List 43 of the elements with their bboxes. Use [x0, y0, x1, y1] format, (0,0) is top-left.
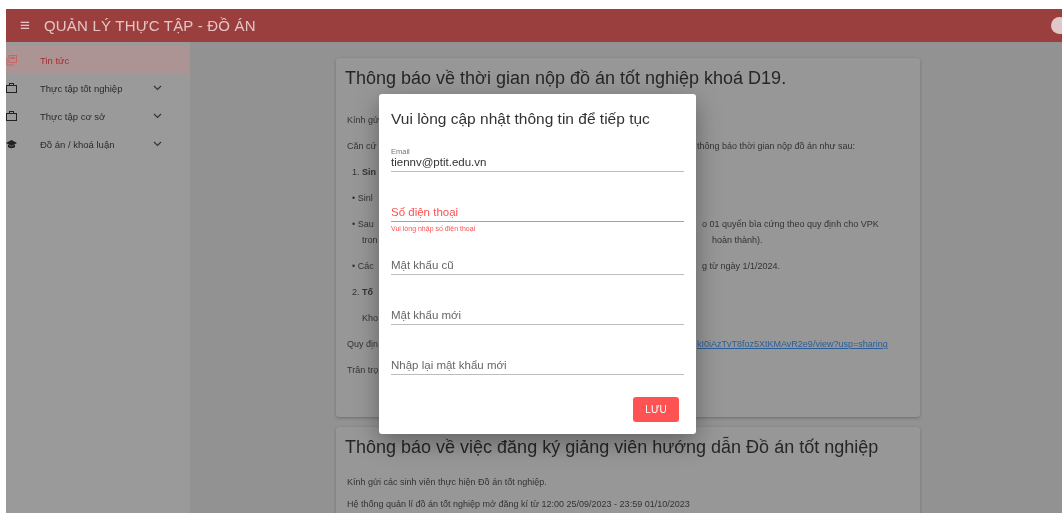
- sidebar-item-label: Đồ án / khoá luận: [40, 138, 116, 150]
- post-text: hoàn thành).: [712, 235, 763, 245]
- field-placeholder: Mật khẩu cũ: [391, 259, 455, 273]
- post-text: Trân trọ: [347, 364, 379, 377]
- menu-icon[interactable]: ≡: [20, 15, 30, 36]
- dialog-title: Vui lòng cập nhật thông tin để tiếp tục: [391, 110, 651, 128]
- input-field[interactable]: Nhập lại mật khẩu mới: [391, 356, 684, 375]
- newspaper-icon: [6, 54, 17, 66]
- post-text: g từ ngày 1/1/2024.: [702, 261, 781, 271]
- save-button[interactable]: LƯU: [633, 397, 679, 422]
- post-text: Căn cứ: [347, 140, 377, 153]
- field-placeholder: Nhập lại mật khẩu mới: [391, 359, 508, 373]
- post-text: o 01 quyển bìa cứng theo quy định cho VPK: [702, 219, 879, 229]
- post-text: 1. Sin: [352, 166, 377, 179]
- briefcase-icon: [6, 83, 17, 93]
- sidebar-item[interactable]: Thực tập tốt nghiệp: [6, 74, 190, 102]
- graduation-cap-icon: [6, 139, 17, 149]
- sidebar-item-label: Thực tập cơ sở: [40, 110, 107, 122]
- post-text: tron: [362, 234, 378, 247]
- post-text: thông báo thời gian nộp đồ án như sau:: [697, 141, 856, 151]
- input-field[interactable]: Mật khẩu cũ: [391, 256, 684, 275]
- post-paragraph: Hệ thống quản lí đồ án tốt nghiệp mở đăng kí từ 12:00 25/09/2023 - 23:59 01/10/2023: [347, 498, 691, 511]
- post-paragraph: Kính gửi các sinh viên thực hiện Đồ án tốt nghiệp.: [347, 476, 548, 489]
- field-value: tiennv@ptit.edu.vn: [391, 156, 488, 170]
- post-text: 2. Tố: [352, 286, 373, 299]
- sidebar-item-label: Thực tập tốt nghiệp: [40, 82, 124, 94]
- post-text: Kính gử: [347, 114, 380, 127]
- sidebar-item[interactable]: Đồ án / khoá luận: [6, 130, 190, 158]
- briefcase-icon: [6, 111, 17, 121]
- field-placeholder: Mật khẩu mới: [391, 309, 463, 323]
- sidebar-item[interactable]: Thực tập cơ sở: [6, 102, 190, 130]
- sidebar-item-label: Tin tức: [40, 54, 71, 66]
- post-text: • Các: [352, 260, 374, 273]
- input-field[interactable]: Số điện thoại: [391, 203, 684, 222]
- app-title: QUẢN LÝ THỰC TẬP - ĐỒ ÁN: [43, 17, 256, 34]
- post-text: Quy địn: [347, 338, 379, 351]
- post-title: Thông báo về việc đăng ký giảng viên hướng dẫn Đồ án tốt nghiệp: [345, 437, 880, 458]
- post-title: Thông báo về thời gian nộp đồ án tốt nghiệp khoá D19.: [345, 68, 788, 89]
- post-text: • Sinl: [352, 192, 373, 205]
- post-text: Kho: [362, 312, 378, 325]
- field-placeholder: Số điện thoại: [391, 206, 460, 220]
- input-field[interactable]: Mật khẩu mới: [391, 306, 684, 325]
- post-text: • Sau: [352, 218, 374, 231]
